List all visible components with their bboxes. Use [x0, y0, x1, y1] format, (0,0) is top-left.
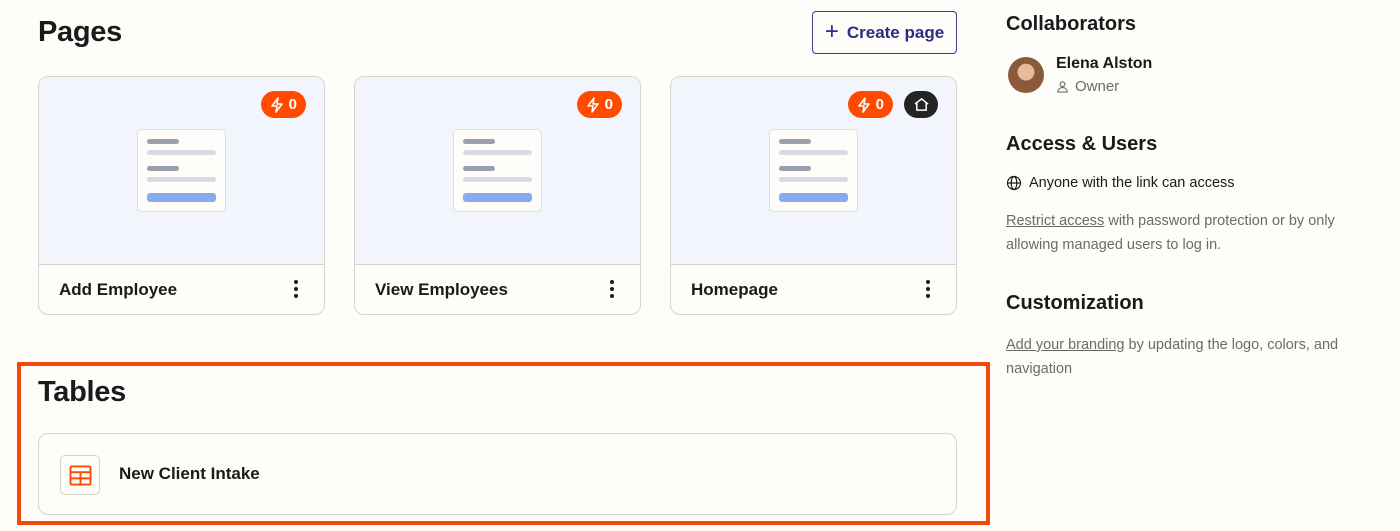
page-name[interactable]: View Employees	[375, 280, 508, 300]
collaborators-heading: Collaborators	[1006, 13, 1137, 35]
page-name[interactable]: Add Employee	[59, 280, 177, 300]
collaborator-name: Elena Alston	[1056, 55, 1153, 72]
badge-count: 0	[875, 96, 884, 113]
page-preview[interactable]: 0	[355, 77, 640, 265]
table-icon	[69, 464, 91, 486]
home-badge	[904, 91, 938, 118]
page-preview[interactable]: 0	[671, 77, 956, 265]
globe-icon	[1006, 175, 1022, 191]
restrict-access-text: Restrict access with password protection…	[1006, 209, 1376, 257]
lightning-bolt-icon	[857, 96, 870, 113]
page-card-add-employee[interactable]: 0 Add Employee	[38, 76, 325, 315]
badge-count: 0	[288, 96, 297, 113]
create-page-button[interactable]: + Create page	[812, 11, 957, 54]
page-card-homepage[interactable]: 0 Homepage	[670, 76, 957, 315]
lightning-bolt-icon	[586, 96, 599, 113]
user-icon	[1057, 81, 1068, 93]
main-content: Pages + Create page 0 Add Employee 0 Vie…	[0, 0, 990, 531]
create-page-label: Create page	[846, 22, 945, 42]
more-vertical-icon[interactable]	[286, 278, 306, 300]
role-label: Owner	[1075, 78, 1120, 95]
home-icon	[913, 98, 929, 111]
access-status: Anyone with the link can access	[1006, 175, 1235, 191]
more-vertical-icon[interactable]	[602, 278, 622, 300]
page-thumbnail	[769, 129, 858, 212]
table-item-new-client-intake[interactable]: New Client Intake	[38, 433, 957, 515]
collaborator-role: Owner	[1056, 78, 1119, 95]
badge-count: 0	[604, 96, 613, 113]
page-card-view-employees[interactable]: 0 View Employees	[354, 76, 641, 315]
sidebar: Collaborators Elena Alston Owner Access …	[1006, 0, 1386, 531]
automation-badge: 0	[847, 91, 893, 118]
plus-icon: +	[824, 17, 839, 45]
access-users-heading: Access & Users	[1006, 133, 1158, 155]
page-thumbnail	[137, 129, 226, 212]
page-name[interactable]: Homepage	[691, 280, 778, 300]
branding-text: Add your branding by updating the logo, …	[1006, 333, 1376, 381]
table-icon-box	[60, 455, 100, 495]
automation-badge: 0	[576, 91, 622, 118]
table-name: New Client Intake	[119, 464, 260, 483]
add-branding-link[interactable]: Add your branding	[1006, 337, 1125, 353]
page-preview[interactable]: 0	[39, 77, 324, 265]
lightning-bolt-icon	[270, 96, 283, 113]
access-status-text: Anyone with the link can access	[1029, 175, 1235, 191]
avatar	[1008, 57, 1044, 93]
page-thumbnail	[453, 129, 542, 212]
tables-heading: Tables	[38, 376, 126, 408]
restrict-access-link[interactable]: Restrict access	[1006, 213, 1104, 229]
customization-heading: Customization	[1006, 292, 1144, 314]
more-vertical-icon[interactable]	[918, 278, 938, 300]
pages-heading: Pages	[38, 16, 122, 48]
automation-badge: 0	[260, 91, 306, 118]
